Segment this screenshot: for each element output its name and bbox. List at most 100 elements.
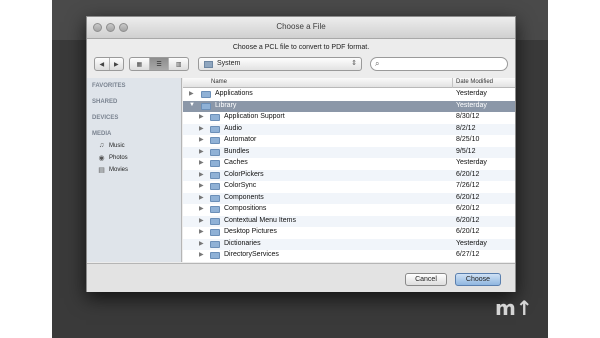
search-input[interactable] — [384, 59, 502, 69]
sidebar: FAVORITES SHARED DEVICES MEDIA ♫ Music ◉… — [87, 78, 182, 262]
folder-icon — [210, 125, 220, 133]
open-file-dialog: Choose a File Choose a PCL file to conve… — [86, 16, 516, 292]
row-name: Library — [215, 101, 237, 109]
row-date: Yesterday — [456, 101, 487, 109]
sidebar-heading-favorites[interactable]: FAVORITES — [92, 83, 126, 89]
disclosure-triangle-icon[interactable]: ▶ — [199, 136, 204, 143]
table-row[interactable]: ▶ Application Support 8/30/12 — [183, 112, 515, 124]
folder-icon — [210, 240, 220, 248]
disclosure-triangle-icon[interactable]: ▶ — [199, 113, 204, 120]
folder-icon — [210, 171, 220, 179]
film-icon: ▤ — [98, 167, 105, 174]
row-name: Bundles — [224, 147, 250, 155]
disclosure-triangle-icon[interactable]: ▶ — [199, 148, 204, 155]
disclosure-triangle-icon[interactable]: ▶ — [189, 90, 194, 97]
disclosure-triangle-icon[interactable]: ▶ — [199, 205, 204, 212]
sidebar-item-movies[interactable]: ▤ Movies — [97, 166, 128, 174]
sidebar-heading-media[interactable]: MEDIA — [92, 131, 111, 137]
folder-icon — [210, 160, 220, 167]
date-column-header[interactable]: Date Modified — [456, 79, 493, 85]
sidebar-heading-shared[interactable]: SHARED — [92, 99, 117, 105]
disclosure-triangle-icon[interactable]: ▶ — [199, 194, 204, 201]
list-view-icon: ☰ — [156, 61, 162, 68]
folder-icon — [210, 206, 220, 213]
row-date: 6/20/12 — [456, 216, 480, 224]
search-icon: ⌕ — [375, 59, 380, 68]
row-date: 8/30/12 — [456, 113, 480, 120]
row-name: Application Support — [224, 113, 285, 120]
folder-icon — [210, 229, 220, 236]
disclosure-triangle-icon[interactable]: ▶ — [199, 171, 204, 178]
drive-icon — [204, 61, 213, 68]
disclosure-triangle-icon[interactable]: ▶ — [199, 240, 204, 247]
view-mode-control: ▦ ☰ ▥ — [129, 57, 189, 71]
table-row[interactable]: ▶ DirectoryServices 6/27/12 — [183, 250, 515, 262]
table-row[interactable]: ▶ Contextual Menu Items 6/20/12 — [183, 215, 515, 227]
row-name: ColorPickers — [224, 170, 264, 178]
table-row[interactable]: ▶ Automator 8/25/10 — [183, 135, 515, 147]
folder-icon — [201, 91, 211, 98]
search-field[interactable]: ⌕ — [370, 57, 508, 71]
title-bar: Choose a File — [87, 17, 515, 39]
row-date: Yesterday — [456, 239, 487, 247]
folder-icon — [210, 217, 220, 225]
table-row[interactable]: ▶ Desktop Pictures 6/20/12 — [183, 227, 515, 239]
row-date: Yesterday — [456, 159, 487, 166]
disclosure-triangle-icon[interactable]: ▶ — [199, 159, 204, 166]
table-row[interactable]: ▶ Applications Yesterday — [183, 89, 515, 101]
sidebar-item-music[interactable]: ♫ Music — [97, 142, 125, 149]
dialog-prompt: Choose a PCL file to convert to PDF form… — [232, 44, 370, 51]
row-name: Compositions — [224, 205, 267, 212]
disclosure-triangle-icon[interactable]: ▶ — [199, 251, 204, 258]
icon-view-icon: ▦ — [136, 61, 143, 68]
disclosure-triangle-icon[interactable]: ▼ — [189, 102, 195, 108]
toolbar: ◀ ▶ ▦ ☰ ▥ System ⇕ ⌕ — [87, 55, 515, 77]
table-row[interactable]: ▶ Compositions 6/20/12 — [183, 204, 515, 216]
sidebar-item-photos[interactable]: ◉ Photos — [97, 154, 128, 162]
choose-button[interactable]: Choose — [455, 273, 501, 286]
camera-icon: ◉ — [98, 155, 105, 162]
sidebar-item-label: Music — [109, 142, 125, 149]
table-row[interactable]: ▶ Caches Yesterday — [183, 158, 515, 170]
list-view-button[interactable]: ☰ — [149, 58, 170, 70]
name-column-header[interactable]: Name — [211, 79, 227, 85]
dialog-footer: Cancel Choose — [87, 263, 515, 292]
table-row[interactable]: ▶ Bundles 9/5/12 — [183, 146, 515, 158]
icon-view-button[interactable]: ▦ — [130, 58, 150, 70]
table-row[interactable]: ▶ ColorSync 7/26/12 — [183, 181, 515, 193]
row-name: Audio — [224, 124, 242, 132]
row-date: 6/27/12 — [456, 251, 480, 258]
row-name: Caches — [224, 159, 248, 166]
table-row[interactable]: ▶ Dictionaries Yesterday — [183, 238, 515, 250]
row-name: Components — [224, 193, 264, 201]
table-row[interactable]: ▶ ColorPickers 6/20/12 — [183, 169, 515, 181]
disclosure-triangle-icon[interactable]: ▶ — [199, 182, 204, 189]
row-name: Applications — [215, 90, 253, 97]
location-popup[interactable]: System ⇕ — [198, 57, 362, 71]
sidebar-item-label: Photos — [109, 155, 128, 161]
window-title: Choose a File — [276, 22, 326, 31]
row-date: Yesterday — [456, 90, 487, 97]
disclosure-triangle-icon[interactable]: ▶ — [199, 125, 204, 132]
sidebar-heading-devices[interactable]: DEVICES — [92, 115, 118, 121]
table-row[interactable]: ▼ Library Yesterday — [183, 100, 515, 112]
folder-icon — [210, 148, 220, 156]
folder-icon — [210, 114, 220, 121]
table-row[interactable]: ▶ Components 6/20/12 — [183, 192, 515, 204]
back-button[interactable]: ◀ — [95, 58, 110, 70]
column-header: Name Date Modified — [183, 78, 515, 88]
folder-icon — [210, 137, 220, 144]
watermark-logo: m↑ — [495, 296, 533, 320]
music-note-icon: ♫ — [98, 142, 105, 149]
column-view-button[interactable]: ▥ — [169, 58, 188, 70]
sidebar-item-label: Movies — [109, 167, 129, 173]
table-row[interactable]: ▶ Audio 8/2/12 — [183, 123, 515, 135]
row-date: 8/2/12 — [456, 124, 476, 132]
back-forward-control: ◀ ▶ — [94, 57, 124, 71]
folder-icon — [201, 102, 211, 110]
disclosure-triangle-icon[interactable]: ▶ — [199, 217, 204, 224]
forward-button[interactable]: ▶ — [110, 58, 124, 70]
cancel-button[interactable]: Cancel — [405, 273, 447, 286]
row-name: DirectoryServices — [224, 251, 279, 258]
disclosure-triangle-icon[interactable]: ▶ — [199, 228, 204, 235]
